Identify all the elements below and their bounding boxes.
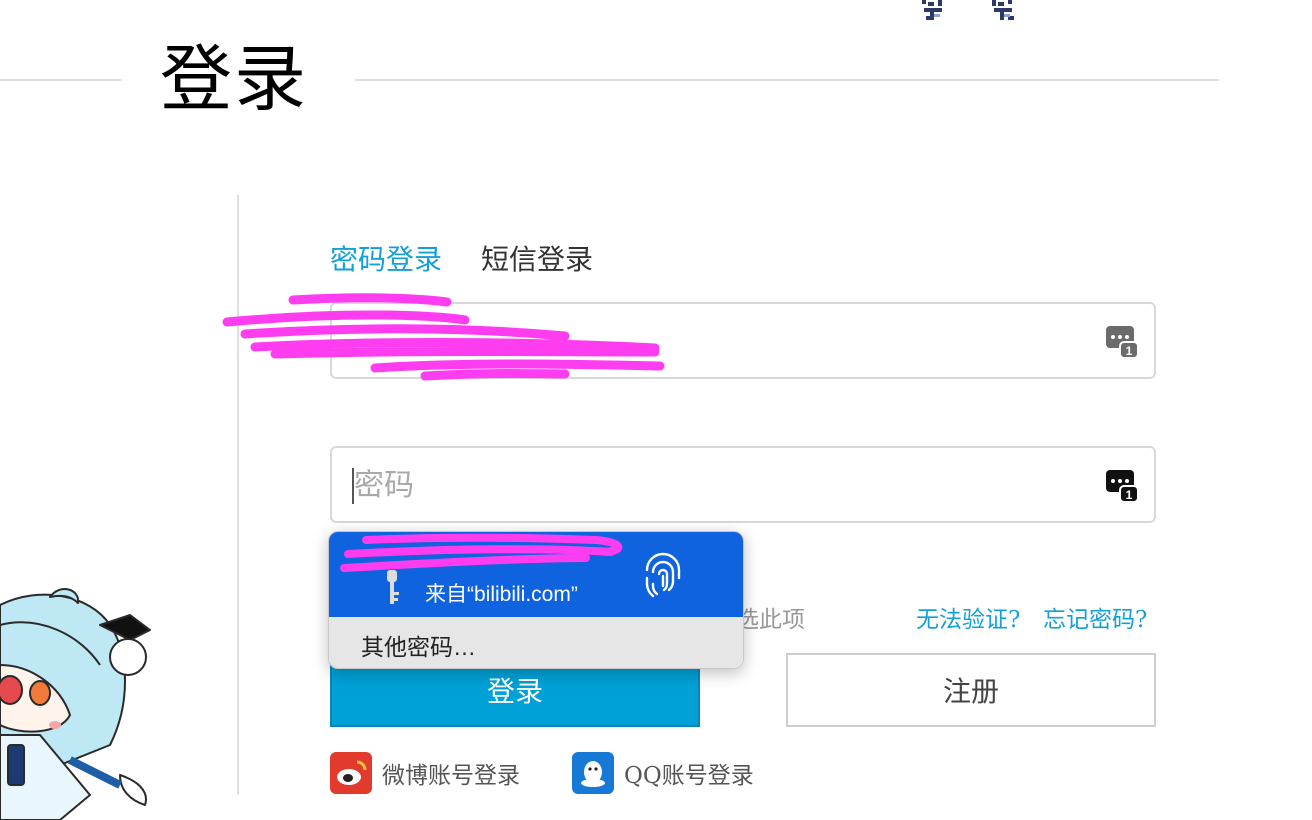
username-field[interactable]: 1: [330, 302, 1156, 379]
password-input[interactable]: [352, 448, 1096, 523]
autofill-source: 来自“bilibili.com”: [425, 583, 578, 606]
saved-password-option[interactable]: 来自“bilibili.com”: [329, 532, 743, 617]
page-title: 登录: [160, 37, 309, 121]
password-key-icon[interactable]: 1: [1104, 468, 1140, 504]
tab-password-login[interactable]: 密码登录: [330, 240, 442, 280]
weibo-login-label: 微博账号登录: [382, 763, 520, 789]
header-line-right: [355, 79, 1219, 81]
fingerprint-icon: [645, 552, 681, 598]
qq-login-label: QQ账号登录: [624, 763, 754, 789]
qq-icon: [572, 752, 614, 794]
cannot-verify-link[interactable]: 无法验证?: [916, 600, 1020, 634]
tab-sms-login[interactable]: 短信登录: [481, 240, 593, 280]
weibo-login[interactable]: 微博账号登录: [330, 752, 520, 794]
other-passwords-label: 其他密码…: [361, 634, 476, 660]
register-button[interactable]: 注册: [786, 653, 1156, 727]
svg-text:1: 1: [1126, 488, 1133, 502]
forgot-password-link[interactable]: 忘记密码?: [1043, 600, 1147, 634]
username-input[interactable]: [352, 304, 1096, 379]
svg-text:1: 1: [1126, 344, 1133, 358]
remember-option[interactable]: 选此项: [736, 600, 805, 634]
top-decoration-icon: [922, 0, 1014, 20]
other-passwords-option[interactable]: 其他密码…: [329, 617, 743, 668]
password-field[interactable]: 1: [330, 446, 1156, 523]
password-key-icon[interactable]: 1: [1104, 324, 1140, 360]
mascot-illustration: [0, 588, 151, 820]
key-icon: [387, 570, 399, 604]
qq-login[interactable]: QQ账号登录: [572, 752, 754, 794]
divider: [237, 195, 239, 795]
weibo-icon: [330, 752, 372, 794]
header-line-left: [0, 79, 122, 81]
password-autofill-popup: 来自“bilibili.com” 其他密码…: [328, 531, 744, 669]
